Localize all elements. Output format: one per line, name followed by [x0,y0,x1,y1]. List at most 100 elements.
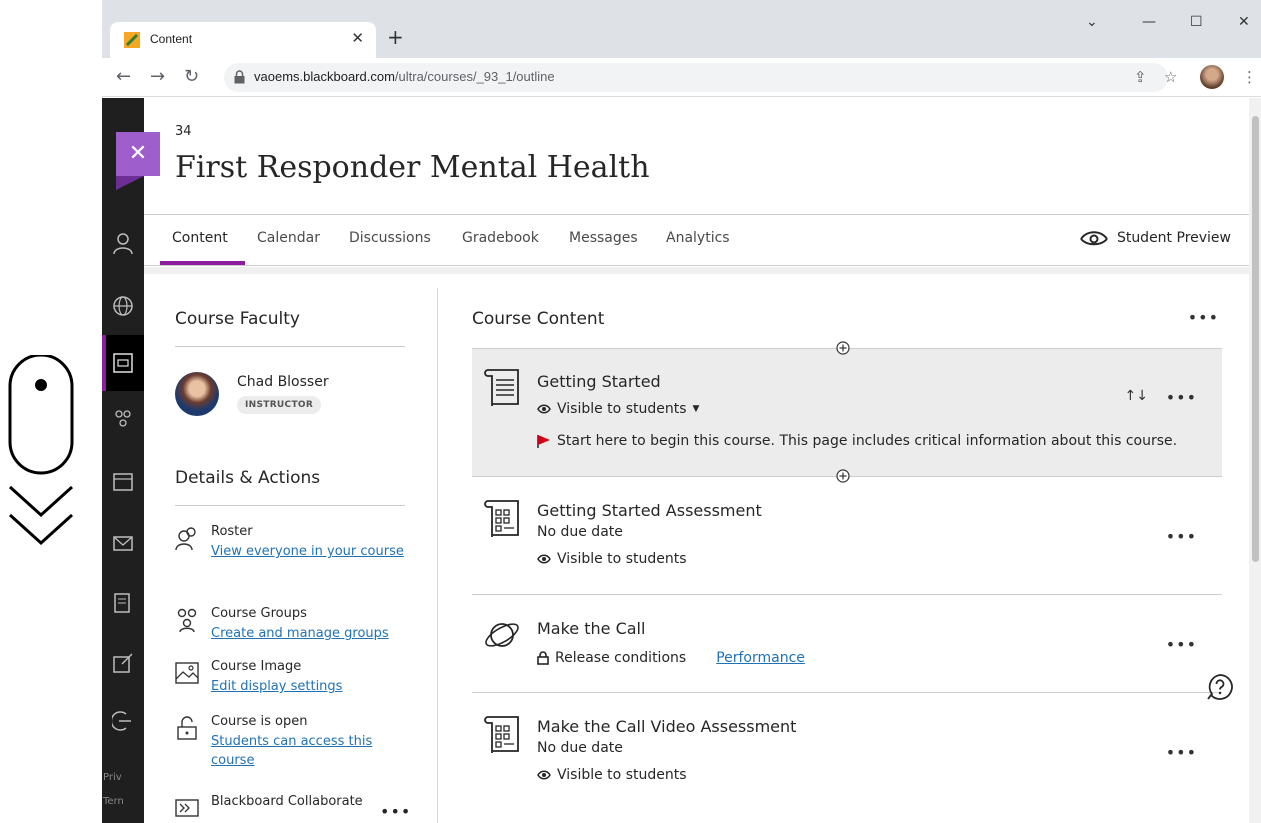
assessment-icon [484,500,519,537]
content-item-make-the-call-row[interactable]: Make the Call Release conditions Perform… [472,594,1222,692]
student-preview-button[interactable]: Student Preview [1079,229,1231,247]
item-title[interactable]: Getting Started Assessment [537,501,762,520]
chevron-down-icon: ▼ [692,404,700,414]
visibility-label: Visible to students [557,767,687,783]
calendar-nav-icon[interactable] [112,470,134,492]
close-tab-icon[interactable]: ✕ [351,29,364,47]
terms-link[interactable]: Tern [103,796,124,807]
page-scrollbar[interactable] [1249,98,1261,823]
course-groups-title: Course Groups [211,606,307,621]
course-open-link[interactable]: Students can access this course [211,732,411,770]
instructor-avatar[interactable] [175,372,219,416]
reload-icon[interactable]: ↻ [184,66,199,87]
tab-gradebook[interactable]: Gradebook [462,230,539,246]
item-more-icon[interactable]: ••• [1166,388,1197,407]
due-date: No due date [537,740,623,756]
visible-eye-icon [537,404,551,414]
visibility-label: Visible to students [557,401,687,417]
faculty-divider [175,346,405,347]
address-bar[interactable]: vaoems.blackboard.com/ultra/courses/_93_… [224,63,1168,92]
reorder-icon[interactable]: ↑↓ [1125,388,1148,404]
close-button-fold [116,176,144,190]
item-description: Start here to begin this course. This pa… [537,433,1177,449]
column-divider [437,288,438,823]
close-course-button[interactable]: ✕ [116,132,160,176]
item-more-icon[interactable]: ••• [1166,743,1197,762]
grades-nav-icon[interactable] [112,592,134,614]
roster-title: Roster [211,524,253,539]
content-item-getting-started[interactable]: Getting Started Visible to students ▼ St… [472,348,1222,476]
browser-toolbar: ← → ↻ vaoems.blackboard.com/ultra/course… [102,58,1261,97]
course-groups-link[interactable]: Create and manage groups [211,624,411,643]
due-date: No due date [537,524,623,540]
lock-icon [537,651,549,665]
content-item-make-the-call-video-assessment[interactable]: Make the Call Video Assessment No due da… [472,692,1222,823]
roster-action: Roster View everyone in your course [175,524,415,588]
content-item-getting-started-assessment[interactable]: Getting Started Assessment No due date V… [472,476,1222,594]
collaborate-action: Blackboard Collaborate ••• [175,794,415,823]
course-content-more-icon[interactable]: ••• [1188,308,1219,327]
visible-eye-icon [537,770,551,780]
student-preview-label: Student Preview [1116,230,1231,246]
blackboard-app: Priv Tern ✕ 34 First Responder Mental He… [102,98,1261,823]
course-tabs: Content Calendar Discussions Gradebook M… [144,214,1249,266]
visibility-status[interactable]: Visible to students [537,551,687,567]
browser-menu-icon[interactable]: ⋮ [1242,68,1257,86]
tab-calendar[interactable]: Calendar [257,230,320,246]
profile-nav-icon[interactable] [112,232,134,254]
details-actions-heading: Details & Actions [175,468,321,488]
visibility-status[interactable]: Visible to students [537,767,687,783]
course-title: First Responder Mental Health [175,150,650,185]
details-divider [175,505,405,506]
mouse-scroll-icon [8,353,74,546]
instructor-role-badge: INSTRUCTOR [237,396,322,414]
minimize-icon[interactable]: — [1142,14,1156,30]
organizations-nav-icon[interactable] [112,408,134,430]
maximize-icon[interactable]: ☐ [1190,14,1203,30]
privacy-link[interactable]: Priv [103,772,122,783]
add-content-plus-icon[interactable] [836,469,850,483]
tab-discussions[interactable]: Discussions [349,230,431,246]
messages-nav-icon[interactable] [112,532,134,554]
visibility-label: Visible to students [557,551,687,567]
new-tab-icon[interactable]: + [387,25,404,49]
close-window-icon[interactable]: ✕ [1238,14,1250,30]
add-content-plus-icon[interactable] [836,341,850,355]
tab-analytics[interactable]: Analytics [666,230,730,246]
bookmark-star-icon[interactable]: ☆ [1164,68,1177,86]
item-more-icon[interactable]: ••• [1166,635,1197,654]
student-preview-eye-icon [1080,231,1108,246]
item-title[interactable]: Make the Call [537,619,645,638]
scrollbar-thumb[interactable] [1252,116,1259,562]
item-title[interactable]: Getting Started [537,372,661,391]
performance-link[interactable]: Performance [716,650,805,666]
collaborate-icon [175,799,199,817]
course-open-title: Course is open [211,714,308,729]
collaborate-more-icon[interactable]: ••• [380,802,411,821]
institution-globe-icon[interactable] [112,295,134,317]
sign-out-nav-icon[interactable] [112,710,134,732]
share-icon[interactable]: ⇪ [1134,68,1147,86]
release-conditions-label: Release conditions [555,650,687,666]
profile-avatar[interactable] [1200,65,1224,89]
item-more-icon[interactable]: ••• [1166,527,1197,546]
tab-content[interactable]: Content [172,230,228,246]
course-image-link[interactable]: Edit display settings [211,677,411,696]
forward-icon[interactable]: → [150,66,165,87]
visibility-control[interactable]: Visible to students ▼ [537,401,699,417]
image-icon [175,662,199,684]
tools-nav-icon[interactable] [112,652,134,674]
active-tab-indicator [160,261,245,265]
collaborate-title[interactable]: Blackboard Collaborate [211,794,363,809]
roster-link[interactable]: View everyone in your course [211,542,411,561]
help-icon[interactable] [1206,673,1234,701]
instructor-name[interactable]: Chad Blosser [237,374,329,390]
courses-nav-icon[interactable] [112,352,134,374]
back-icon[interactable]: ← [116,66,131,87]
tab-search-icon[interactable]: ⌄ [1086,14,1098,30]
item-title[interactable]: Make the Call Video Assessment [537,717,796,736]
browser-tab[interactable]: Content ✕ [110,22,376,58]
release-conditions[interactable]: Release conditions Performance [537,650,805,666]
tab-messages[interactable]: Messages [569,230,638,246]
scroll-down-hint [0,353,100,555]
